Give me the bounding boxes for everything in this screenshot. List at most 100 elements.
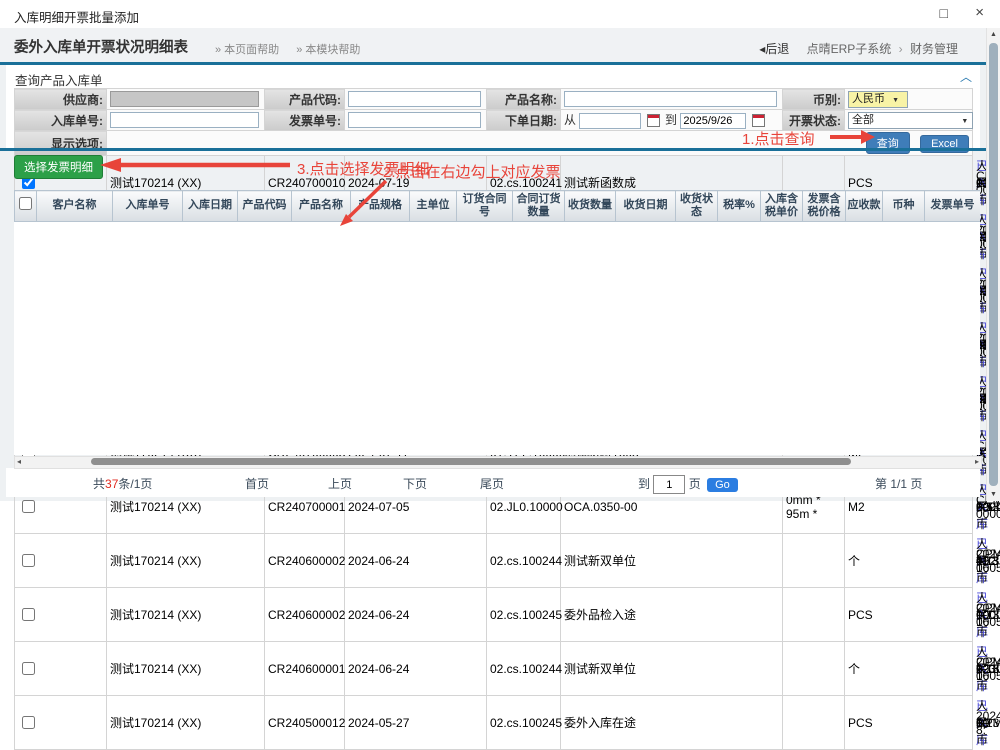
invoice-table: 客户名称入库单号入库日期产品代码产品名称产品规格主单位订货合同号合同订货数量收货…: [14, 190, 980, 222]
breadcrumb-module[interactable]: 财务管理: [910, 42, 958, 56]
column-header: 主单位: [410, 191, 457, 222]
column-header: 应收款: [846, 191, 883, 222]
row-checkbox[interactable]: [22, 662, 35, 675]
table-row: 测试170214 (XX)CR2406000012024-06-2402.cs.…: [15, 642, 973, 696]
table-cell: PCS: [845, 588, 973, 642]
table-cell: 测试170214 (XX): [107, 642, 265, 696]
supplier-field[interactable]: [110, 91, 259, 107]
status-link[interactable]: 已入库: [976, 645, 988, 693]
page-indicator: 第 1/1 页: [875, 475, 922, 492]
back-link[interactable]: ◂后退: [759, 42, 789, 56]
table-row: 测试170214 (XX)CR2406000022024-06-2402.cs.…: [15, 588, 973, 642]
column-header: 入库单号: [113, 191, 183, 222]
product-name-field[interactable]: [564, 91, 777, 107]
page-help-link[interactable]: » 本页面帮助: [215, 44, 279, 56]
table-cell: 测试新双单位: [561, 534, 783, 588]
column-header: 入库含税单价: [761, 191, 803, 222]
date-to-label: 到: [665, 113, 677, 127]
module-header: 委外入库单开票状况明细表 » 本页面帮助 » 本模块帮助 ◂后退 点晴ERP子系…: [0, 28, 986, 62]
column-header: 税率%: [718, 191, 761, 222]
go-button[interactable]: Go: [707, 478, 738, 492]
invoice-no-field[interactable]: [348, 112, 481, 128]
table-cell: 2024-06-24: [345, 534, 487, 588]
first-page-link[interactable]: 首页: [245, 475, 269, 492]
vertical-scrollbar-thumb[interactable]: [989, 43, 998, 486]
close-button-icon[interactable]: ×: [975, 5, 984, 21]
table-cell: 测试新双单位: [561, 642, 783, 696]
date-from-label: 从: [564, 113, 576, 127]
table-header-row: 客户名称入库单号入库日期产品代码产品名称产品规格主单位订货合同号合同订货数量收货…: [15, 191, 981, 222]
calendar-icon[interactable]: [752, 114, 765, 127]
horizontal-scrollbar[interactable]: ◂ ▸: [14, 456, 982, 469]
column-header: 收货日期: [616, 191, 676, 222]
table-cell: 测试170214 (XX): [107, 696, 265, 750]
select-all-checkbox[interactable]: [19, 197, 32, 210]
scroll-up-icon[interactable]: ▲: [987, 31, 1000, 38]
vertical-scrollbar[interactable]: ▲ ▼: [986, 28, 1000, 501]
date-to-field[interactable]: [680, 113, 746, 129]
invoice-no-label: 发票单号:: [265, 110, 345, 131]
status-link[interactable]: 已入库: [976, 591, 988, 639]
row-checkbox[interactable]: [22, 500, 35, 513]
page-title: 委外入库单开票状况明细表: [14, 36, 188, 57]
breadcrumb-system[interactable]: 点晴ERP子系统: [807, 42, 892, 56]
next-page-link[interactable]: 下页: [403, 475, 427, 492]
red-arrow-diagonal-icon: [334, 176, 392, 228]
goto-prefix: 到: [638, 477, 650, 491]
scroll-down-icon[interactable]: ▼: [987, 491, 1000, 498]
row-checkbox[interactable]: [22, 716, 35, 729]
module-help-link[interactable]: » 本模块帮助: [296, 44, 360, 56]
column-header: 订货合同号: [457, 191, 513, 222]
goto-suffix: 页: [689, 477, 701, 491]
table-row: 测试170214 (XX)CR2405000122024-05-2702.cs.…: [15, 696, 973, 750]
status-link[interactable]: 已入库: [976, 699, 988, 747]
invoice-status-select[interactable]: 全部 ▼: [848, 112, 973, 129]
table-cell: CR240600001: [265, 642, 345, 696]
select-invoice-details-button[interactable]: 选择发票明细: [14, 155, 103, 179]
goto-page-input[interactable]: [653, 475, 685, 494]
chevron-down-icon: ▼: [892, 97, 899, 104]
inbound-detail-table-wrap: 客户名称入库单号入库日期产品代码产品名称产品规格主单位订货合同号合同订货数量收货…: [14, 190, 980, 455]
column-header: 发票单号: [925, 191, 981, 222]
table-cell: 个: [845, 642, 973, 696]
inbound-no-field[interactable]: [110, 112, 259, 128]
table-cell: 02.cs.100245: [487, 588, 561, 642]
order-date-label: 下单日期:: [487, 110, 561, 131]
status-link[interactable]: 已入库: [976, 537, 988, 585]
window-titlebar: 入库明细开票批量添加 □ ×: [0, 0, 1000, 28]
table-cell: 02.cs.100244: [487, 534, 561, 588]
display-options-label: 显示选项:: [15, 131, 107, 156]
table-cell: 02.cs.100244: [487, 642, 561, 696]
horizontal-scrollbar-thumb[interactable]: [91, 458, 851, 465]
table-cell: CR240500012: [265, 696, 345, 750]
table-cell: 2024-05-27: [345, 696, 487, 750]
annotation-step3: 3.点击选择发票明细: [297, 158, 430, 179]
column-header: 收货数量: [565, 191, 616, 222]
column-header[interactable]: 入库日期: [183, 191, 238, 222]
product-code-field[interactable]: [348, 91, 481, 107]
last-page-link[interactable]: 尾页: [480, 475, 504, 492]
table-cell: 测试170214 (XX): [107, 534, 265, 588]
scroll-left-icon[interactable]: ◂: [17, 457, 21, 466]
table-cell: 委外品检入途: [561, 588, 783, 642]
prev-page-link[interactable]: 上页: [328, 475, 352, 492]
help-links: » 本页面帮助 » 本模块帮助: [215, 41, 374, 57]
date-from-field[interactable]: [579, 113, 641, 129]
currency-select[interactable]: 人民币 ▼: [848, 91, 908, 108]
row-checkbox[interactable]: [22, 554, 35, 567]
maximize-button-icon[interactable]: □: [940, 5, 948, 21]
chevron-down-icon: ▼: [961, 114, 968, 129]
inbound-no-label: 入库单号:: [15, 110, 107, 131]
goto-page-control: 到 页 Go: [638, 475, 738, 494]
row-checkbox[interactable]: [22, 608, 35, 621]
table-cell: 02.cs.100245: [487, 696, 561, 750]
red-arrow-left-icon: [98, 157, 294, 173]
collapse-icon[interactable]: ︿: [960, 68, 972, 85]
table-cell: CR240600002: [265, 588, 345, 642]
product-name-label: 产品名称:: [487, 89, 561, 110]
calendar-icon[interactable]: [647, 114, 660, 127]
table-cell: 个: [845, 534, 973, 588]
pagination-bar: 共37条/1页 首页 上页 下页 尾页 到 页 Go 第 1/1 页: [6, 468, 980, 497]
table-cell: [783, 588, 845, 642]
scroll-right-icon[interactable]: ▸: [975, 457, 979, 466]
